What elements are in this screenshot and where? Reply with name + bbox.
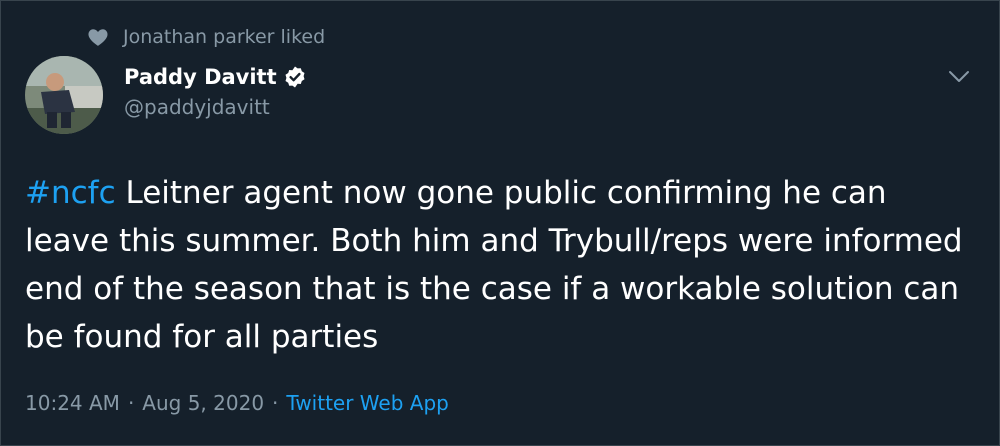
tweet-text: #ncfc Leitner agent now gone public conf… [25,169,980,361]
avatar[interactable] [25,56,103,134]
handle[interactable]: @paddyjdavitt [124,95,307,119]
tweet-body: Leitner agent now gone public confirming… [25,175,963,355]
social-context: Jonathan parker liked [87,26,325,48]
tweet-card[interactable]: Jonathan parker liked Paddy Davitt @padd… [0,0,1000,446]
tweet-time[interactable]: 10:24 AM [25,391,120,415]
heart-icon [87,26,109,48]
author-block: Paddy Davitt @paddyjdavitt [124,65,307,119]
meta-separator: · [127,391,135,415]
tweet-date[interactable]: Aug 5, 2020 [142,391,264,415]
tweet-meta: 10:24 AM · Aug 5, 2020 · Twitter Web App [25,391,449,415]
hashtag-link[interactable]: #ncfc [25,175,116,211]
chevron-down-icon[interactable] [945,63,973,91]
tweet-source-link[interactable]: Twitter Web App [286,391,448,415]
social-context-label[interactable]: Jonathan parker liked [123,26,325,48]
meta-separator: · [272,391,279,415]
display-name[interactable]: Paddy Davitt [124,65,277,89]
verified-badge-icon [283,65,307,89]
